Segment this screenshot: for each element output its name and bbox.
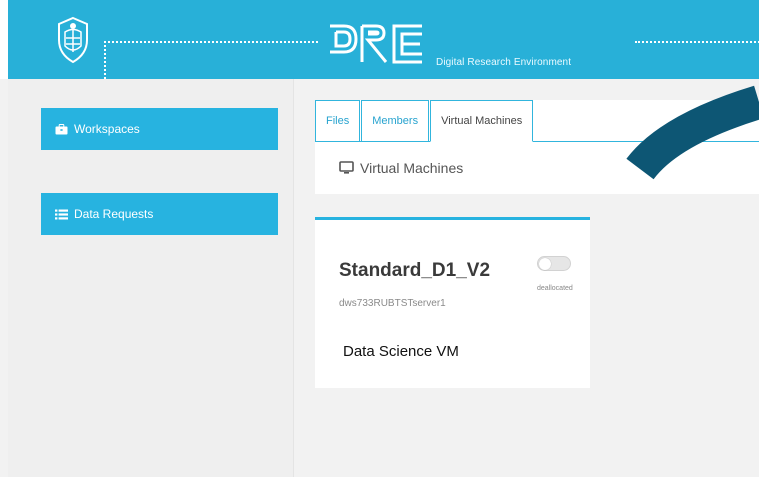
sidebar-item-label: Data Requests [74, 207, 154, 221]
toggle-knob [539, 258, 551, 270]
header-dotted-line-vertical [104, 41, 106, 79]
section-heading: Virtual Machines [339, 160, 463, 176]
sidebar: Workspaces Data Requests [8, 79, 294, 477]
app-header: Digital Research Environment [0, 0, 759, 79]
header-dotted-line-right [635, 41, 759, 43]
briefcase-icon [55, 123, 68, 134]
vm-name: Standard_D1_V2 [339, 260, 491, 281]
logo-subtitle: Digital Research Environment [436, 57, 572, 68]
tab-members[interactable]: Members [361, 100, 430, 142]
list-icon [55, 209, 68, 219]
vm-card[interactable]: Standard_D1_V2 deallocated dws733RUBTSTs… [315, 217, 590, 388]
vm-power-toggle[interactable] [537, 256, 571, 271]
sidebar-item-label: Workspaces [74, 122, 140, 136]
tab-virtual-machines[interactable]: Virtual Machines [430, 100, 534, 142]
section-title: Virtual Machines [360, 160, 464, 176]
annotation-arrow [626, 85, 759, 180]
dre-logo [330, 24, 422, 64]
header-dotted-line [104, 41, 318, 43]
university-crest-icon [58, 16, 88, 64]
sidebar-item-data-requests[interactable]: Data Requests [41, 193, 278, 235]
sidebar-item-workspaces[interactable]: Workspaces [41, 108, 278, 150]
vm-description: Data Science VM [343, 343, 459, 360]
monitor-icon [339, 161, 354, 174]
tab-files[interactable]: Files [315, 100, 361, 142]
vm-status: deallocated [537, 285, 573, 292]
vm-server-name: dws733RUBTSTserver1 [339, 298, 446, 309]
tab-bar: Files Members Virtual Machines [315, 100, 534, 142]
